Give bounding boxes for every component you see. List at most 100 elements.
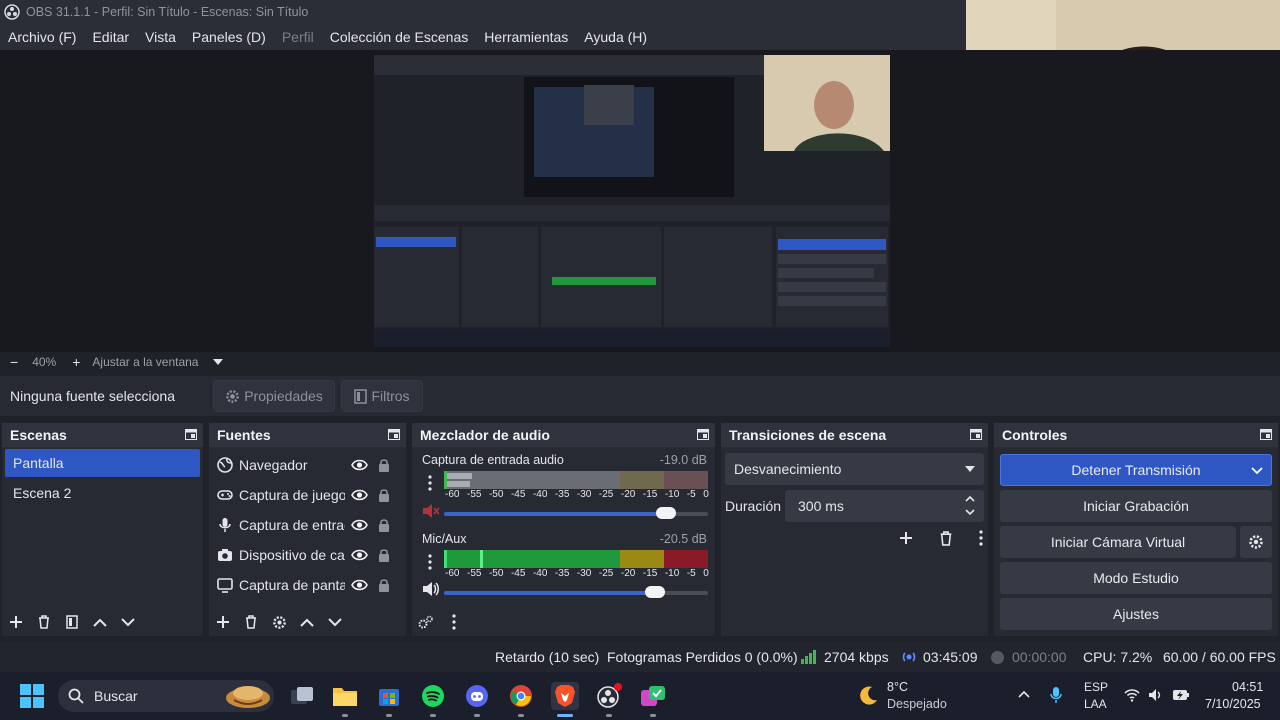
eye-icon[interactable] (351, 519, 368, 531)
move-source-up-button[interactable] (293, 608, 321, 636)
chevron-down-icon[interactable] (212, 358, 224, 366)
volume-slider-handle[interactable] (655, 507, 676, 519)
camera-icon (218, 549, 232, 561)
menu-perfil[interactable]: Perfil (274, 29, 322, 45)
snipping-tool-icon[interactable] (639, 682, 667, 710)
file-explorer-icon[interactable] (331, 682, 359, 710)
menu-paneles[interactable]: Paneles (D) (184, 29, 274, 45)
microsoft-store-icon[interactable] (375, 682, 403, 710)
lock-icon[interactable] (378, 518, 390, 532)
menu-herramientas[interactable]: Herramientas (476, 29, 576, 45)
add-scene-button[interactable] (2, 608, 30, 636)
more-vertical-icon[interactable] (979, 530, 983, 546)
menu-coleccion-escenas[interactable]: Colección de Escenas (322, 29, 477, 45)
chevron-down-icon[interactable] (965, 509, 975, 516)
controls-header: Controles (994, 423, 1278, 447)
volume-slider-track[interactable] (444, 586, 708, 598)
advanced-audio-button[interactable] (412, 608, 440, 636)
running-indicator (606, 714, 612, 717)
move-scene-down-button[interactable] (114, 608, 142, 636)
window-title: OBS 31.1.1 - Perfil: Sin Título - Escena… (26, 5, 309, 19)
windows-start-icon[interactable] (20, 684, 44, 708)
source-properties-button[interactable] (265, 608, 293, 636)
source-name: Captura de juego (239, 487, 345, 503)
clock-time[interactable]: 04:51 (1232, 680, 1263, 694)
transition-select[interactable]: Desvanecimiento (725, 453, 984, 485)
spotify-icon[interactable] (419, 682, 447, 710)
filters-button[interactable]: Filtros (341, 380, 423, 412)
plus-icon[interactable] (899, 531, 913, 545)
remove-source-button[interactable] (237, 608, 265, 636)
zoom-fit-label[interactable]: Ajustar a la ventana (92, 355, 198, 369)
eye-icon[interactable] (351, 549, 368, 561)
source-item[interactable]: Navegador (217, 450, 406, 480)
dock-float-icon[interactable] (1260, 429, 1272, 440)
dock-float-icon[interactable] (970, 429, 982, 440)
remove-scene-button[interactable] (30, 608, 58, 636)
lock-icon[interactable] (378, 458, 390, 472)
properties-button[interactable]: Propiedades (213, 380, 335, 412)
clock-date[interactable]: 7/10/2025 (1205, 697, 1261, 711)
virtual-camera-settings-button[interactable] (1240, 526, 1272, 558)
dock-float-icon[interactable] (388, 429, 400, 440)
studio-mode-button[interactable]: Modo Estudio (1000, 562, 1272, 594)
eye-icon[interactable] (351, 579, 368, 591)
channel-menu-icon[interactable] (428, 475, 432, 491)
lock-icon[interactable] (378, 578, 390, 592)
muted-speaker-icon[interactable] (422, 503, 440, 519)
start-recording-button[interactable]: Iniciar Grabación (1000, 490, 1272, 522)
move-scene-up-button[interactable] (86, 608, 114, 636)
chevron-up-icon[interactable] (1018, 690, 1030, 698)
obs-taskbar-icon[interactable] (595, 682, 623, 710)
mixer-menu-button[interactable] (440, 608, 468, 636)
eye-icon[interactable] (351, 489, 368, 501)
task-view-icon[interactable] (288, 682, 316, 710)
battery-charging-icon[interactable] (1172, 688, 1190, 702)
menu-vista[interactable]: Vista (137, 29, 184, 45)
source-item[interactable]: Captura de juego (217, 480, 406, 510)
channel-menu-icon[interactable] (428, 554, 432, 570)
scene-item-escena-2[interactable]: Escena 2 (5, 479, 200, 507)
chevron-down-icon[interactable] (1251, 467, 1263, 475)
speaker-icon[interactable] (1148, 688, 1164, 702)
search-icon (68, 688, 84, 704)
discord-icon[interactable] (463, 682, 491, 710)
lock-icon[interactable] (378, 488, 390, 502)
volume-slider-track[interactable] (444, 507, 708, 519)
menu-archivo[interactable]: Archivo (F) (0, 29, 84, 45)
zoom-in-button[interactable]: + (72, 354, 80, 370)
lock-icon[interactable] (378, 548, 390, 562)
source-item[interactable]: Dispositivo de captura de vídeo (217, 540, 406, 570)
stop-stream-button[interactable]: Detener Transmisión (1000, 454, 1272, 486)
volume-slider-handle[interactable] (645, 586, 666, 598)
mixer-title: Mezclador de audio (420, 427, 550, 443)
source-item[interactable]: Captura de entrada de audio (217, 510, 406, 540)
trash-icon[interactable] (939, 530, 953, 546)
taskbar-search[interactable]: Buscar (58, 680, 274, 712)
dock-float-icon[interactable] (697, 429, 709, 440)
microphone-in-use-icon[interactable] (1049, 686, 1063, 704)
source-item[interactable]: Captura de pantalla (217, 570, 406, 600)
wifi-icon[interactable] (1124, 688, 1140, 702)
mixer-header: Mezclador de audio (412, 423, 715, 447)
settings-button[interactable]: Ajustes (1000, 598, 1272, 630)
add-source-button[interactable] (209, 608, 237, 636)
language-bottom[interactable]: LAA (1084, 697, 1107, 711)
eye-icon[interactable] (351, 459, 368, 471)
move-source-down-button[interactable] (321, 608, 349, 636)
menu-ayuda[interactable]: Ayuda (H) (576, 29, 655, 45)
menu-editar[interactable]: Editar (84, 29, 137, 45)
speaker-icon[interactable] (422, 581, 440, 597)
scene-item-pantalla[interactable]: Pantalla (5, 449, 200, 477)
filter-icon (354, 388, 368, 404)
dock-float-icon[interactable] (185, 429, 197, 440)
chevron-up-icon[interactable] (965, 495, 975, 502)
duration-spinbox[interactable]: 300 ms (785, 490, 984, 522)
scene-filters-button[interactable] (58, 608, 86, 636)
start-virtual-camera-button[interactable]: Iniciar Cámara Virtual (1000, 526, 1236, 558)
chrome-icon[interactable] (507, 682, 535, 710)
language-top[interactable]: ESP (1084, 680, 1108, 694)
brave-icon[interactable] (551, 682, 579, 710)
zoom-out-button[interactable]: − (10, 354, 18, 370)
preview-canvas[interactable] (0, 50, 1280, 352)
